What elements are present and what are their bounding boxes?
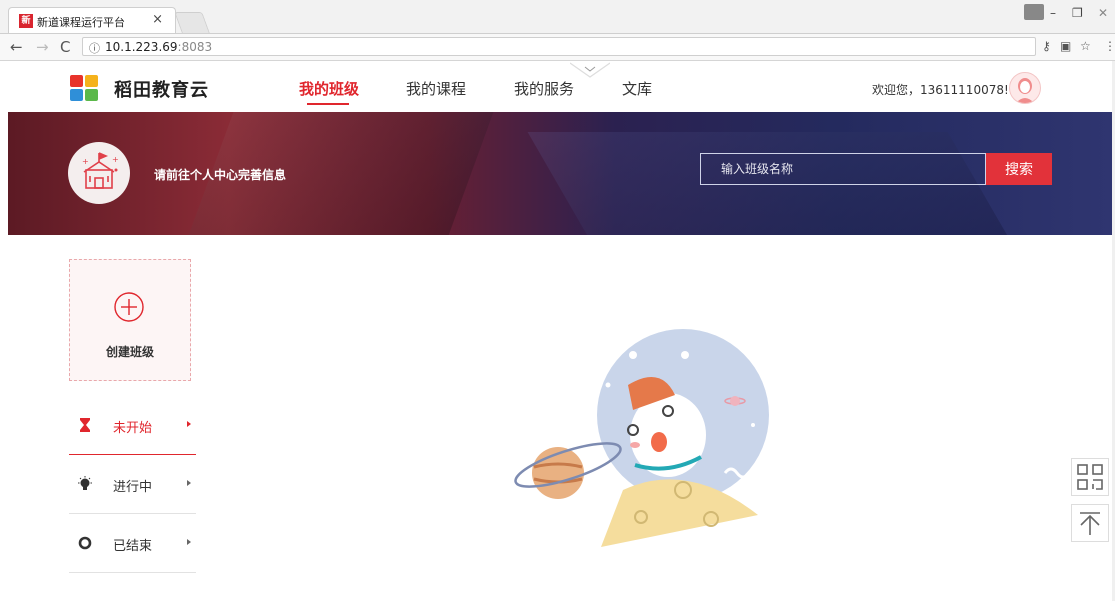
stop-circle-icon xyxy=(78,536,92,550)
status-ended[interactable]: 已结束 xyxy=(69,514,196,573)
url-field[interactable]: ⓘ 10.1.223.69:8083 xyxy=(82,37,1036,56)
nav-my-classes[interactable]: 我的班级 xyxy=(299,78,359,99)
chevron-down-icon[interactable] xyxy=(570,61,610,79)
status-label: 进行中 xyxy=(113,480,153,495)
caret-right-icon xyxy=(187,539,191,545)
avatar[interactable] xyxy=(1009,72,1041,104)
back-to-top-button[interactable] xyxy=(1071,504,1109,542)
site-header: 稻田教育云 我的班级 我的课程 我的服务 文库 欢迎您，13611110078! xyxy=(0,61,1115,112)
svg-text:+: + xyxy=(112,155,119,164)
tab-title: 新道课程运行平台 xyxy=(37,16,125,29)
school-icon[interactable]: + + xyxy=(68,142,130,204)
hero-banner: + + 请前往个人中心完善信息 搜索 xyxy=(8,112,1112,235)
nav-library[interactable]: 文库 xyxy=(622,78,652,99)
tab-close-icon[interactable]: × xyxy=(152,12,163,27)
forward-icon[interactable]: → xyxy=(36,38,49,56)
status-label: 未开始 xyxy=(113,421,153,436)
status-not-started[interactable]: 未开始 xyxy=(69,396,196,455)
address-bar: ← → C ⓘ 10.1.223.69:8083 ⚷ ▣ ☆ ⋮ xyxy=(0,34,1115,61)
caret-right-icon xyxy=(187,421,191,427)
menu-icon[interactable]: ⋮ xyxy=(1104,39,1115,53)
nav-active-underline xyxy=(307,103,349,105)
site-favicon-icon: 新 xyxy=(19,14,33,28)
back-icon[interactable]: ← xyxy=(10,38,23,56)
complete-profile-tip[interactable]: 请前往个人中心完善信息 xyxy=(154,166,286,183)
profile-icon[interactable] xyxy=(1024,4,1044,20)
nav-my-courses[interactable]: 我的课程 xyxy=(406,78,466,99)
class-search-input[interactable] xyxy=(700,153,986,185)
welcome-text: 欢迎您，13611110078! xyxy=(872,83,1009,97)
window-close-icon[interactable]: ✕ xyxy=(1098,6,1108,20)
key-icon[interactable]: ⚷ xyxy=(1042,39,1051,53)
create-class-label: 创建班级 xyxy=(105,345,154,359)
url-port: :8083 xyxy=(177,40,213,54)
search-button[interactable]: 搜索 xyxy=(986,153,1052,185)
plus-circle-icon xyxy=(114,292,144,322)
caret-right-icon xyxy=(187,480,191,486)
lightbulb-icon xyxy=(78,476,92,490)
hourglass-icon xyxy=(80,418,90,432)
brand-name[interactable]: 稻田教育云 xyxy=(114,76,209,102)
arrow-up-icon xyxy=(1080,512,1100,535)
qr-code-icon xyxy=(1077,464,1103,490)
browser-tabbar: 新 新道课程运行平台 × – ❐ ✕ xyxy=(0,0,1115,34)
status-in-progress[interactable]: 进行中 xyxy=(69,455,196,514)
create-class-card[interactable]: 创建班级 xyxy=(69,259,191,381)
info-icon[interactable]: ⓘ xyxy=(89,40,100,56)
nav-my-services[interactable]: 我的服务 xyxy=(514,78,574,99)
new-tab-button[interactable] xyxy=(174,12,210,33)
svg-text:+: + xyxy=(82,157,89,166)
status-label: 已结束 xyxy=(113,539,153,554)
browser-tab[interactable]: 新 新道课程运行平台 × xyxy=(8,7,176,33)
qr-code-button[interactable] xyxy=(1071,458,1109,496)
reload-icon[interactable]: C xyxy=(60,38,70,56)
maximize-icon[interactable]: ❐ xyxy=(1072,6,1083,20)
minimize-icon[interactable]: – xyxy=(1050,6,1056,20)
brand-logo-icon xyxy=(70,75,98,101)
star-icon[interactable]: ☆ xyxy=(1080,39,1091,53)
url-host: 10.1.223.69 xyxy=(105,40,178,54)
translate-icon[interactable]: ▣ xyxy=(1060,39,1071,53)
empty-state-illustration xyxy=(514,329,769,547)
